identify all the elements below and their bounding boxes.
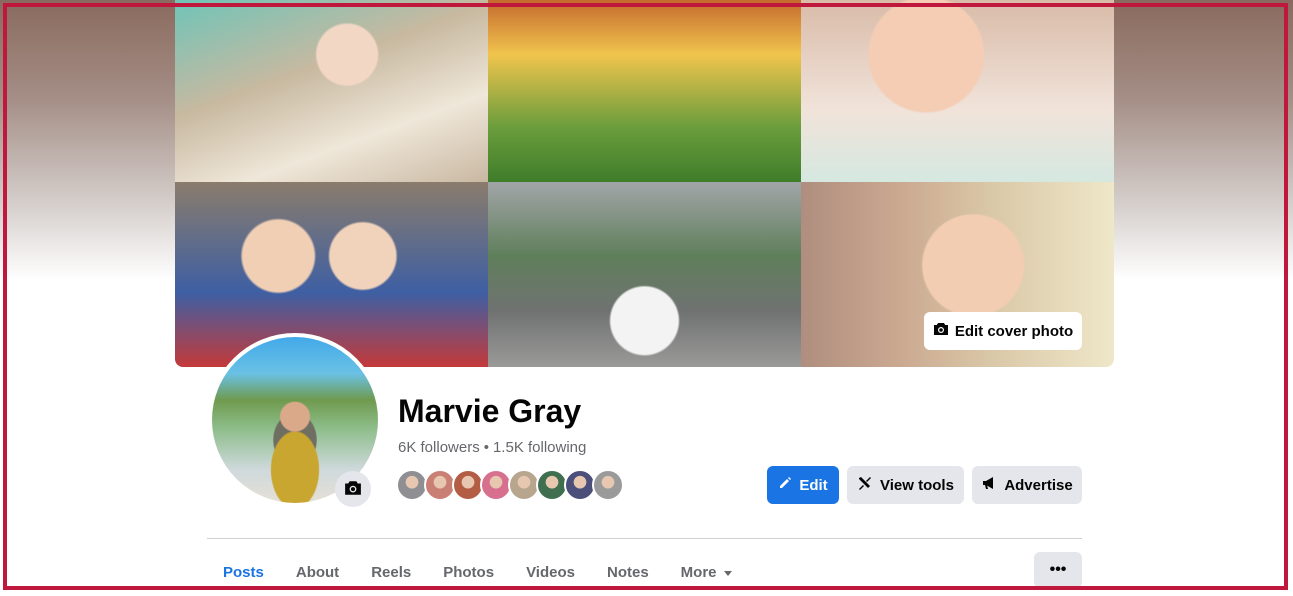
cover-photo-tile (175, 182, 488, 367)
followers-count[interactable]: 6K followers (398, 439, 480, 456)
tab-label: More (680, 563, 717, 581)
edit-profile-button[interactable]: Edit (767, 466, 839, 504)
edit-label: Edit (799, 476, 828, 494)
advertise-label: Advertise (1004, 476, 1073, 494)
cover-photo-tile (488, 182, 801, 367)
following-count[interactable]: 1.5K following (493, 439, 586, 456)
advertise-button[interactable]: Advertise (972, 466, 1082, 504)
friend-avatar[interactable] (592, 469, 624, 501)
tab-about[interactable]: About (280, 552, 355, 592)
camera-icon (344, 480, 362, 499)
megaphone-icon (981, 475, 997, 495)
tab-reels[interactable]: Reels (355, 552, 427, 592)
tab-label: Photos (443, 563, 495, 581)
caret-down-icon (723, 564, 733, 581)
tools-icon (857, 475, 873, 495)
profile-tabs: Posts About Reels Photos Videos Notes Mo… (207, 552, 749, 592)
stats-separator: • (483, 439, 489, 456)
view-tools-label: View tools (880, 476, 954, 494)
camera-icon (933, 322, 949, 340)
edit-cover-photo-button[interactable]: Edit cover photo (924, 312, 1082, 350)
friend-avatars (396, 469, 624, 501)
tab-notes[interactable]: Notes (591, 552, 665, 592)
tab-label: Notes (606, 563, 649, 581)
cover-photo-tile (488, 0, 801, 182)
divider (207, 538, 1082, 539)
profile-name: Marvie Gray (398, 393, 582, 429)
cover-photo-tile (801, 0, 1114, 182)
follower-stats: 6K followers • 1.5K following (398, 439, 586, 456)
tab-posts[interactable]: Posts (207, 552, 280, 592)
tab-more[interactable]: More (665, 552, 749, 592)
tab-label: Posts (223, 563, 264, 581)
update-profile-picture-button[interactable] (335, 471, 371, 507)
pencil-icon (778, 476, 792, 494)
more-options-button[interactable]: ••• (1034, 552, 1082, 588)
tab-label: Videos (526, 563, 575, 581)
edit-cover-photo-label: Edit cover photo (954, 322, 1074, 340)
cover-photo-tile (175, 0, 488, 182)
view-tools-button[interactable]: View tools (847, 466, 964, 504)
tab-label: About (295, 563, 340, 581)
tab-photos[interactable]: Photos (427, 552, 510, 592)
tab-label: Reels (371, 563, 412, 581)
tab-videos[interactable]: Videos (510, 552, 591, 592)
